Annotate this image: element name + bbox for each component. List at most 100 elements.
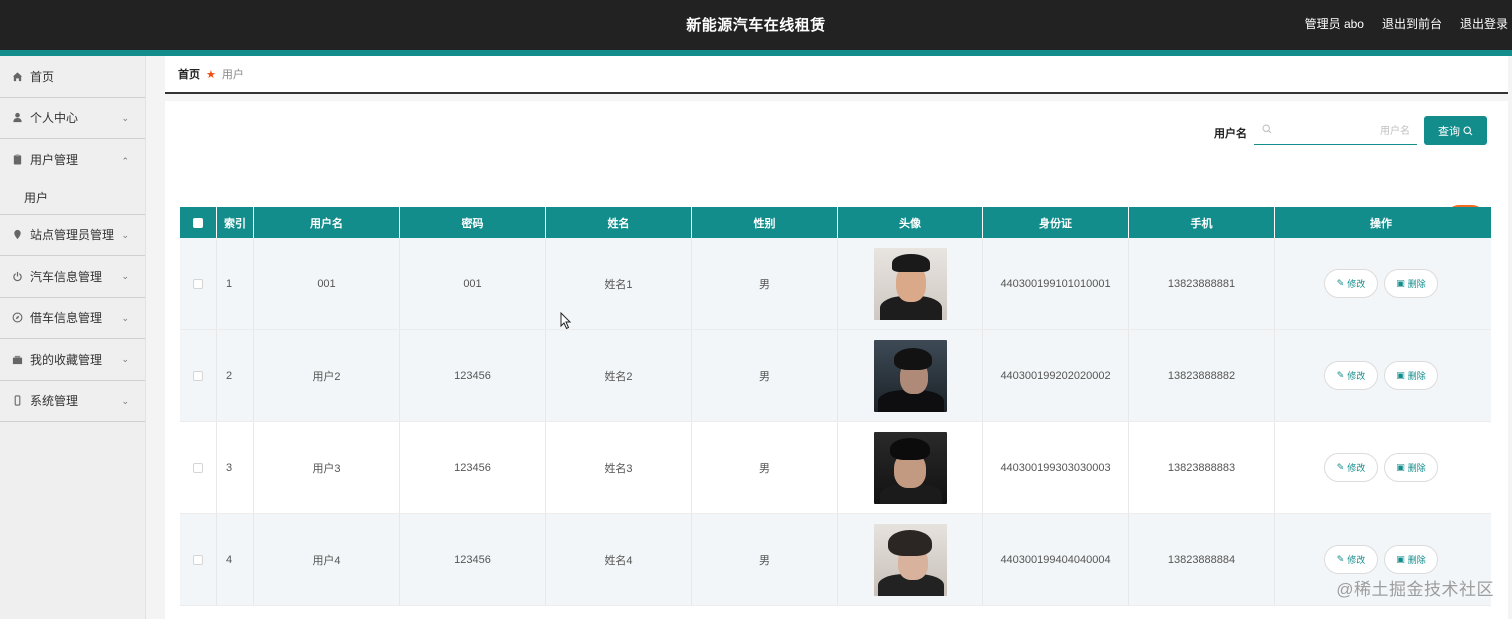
query-button[interactable]: 查询 xyxy=(1424,116,1487,145)
table-row: 3 用户3 123456 姓名3 男 440300199303030003 13… xyxy=(180,422,1491,514)
column-header-index: 索引 xyxy=(217,207,254,238)
cell-phone: 13823888884 xyxy=(1129,514,1275,605)
cell-username: 用户2 xyxy=(254,330,400,421)
edit-button-label: 修改 xyxy=(1347,371,1366,381)
cell-password: 001 xyxy=(400,238,546,329)
sidebar-subitem-user[interactable]: 用户 xyxy=(0,181,145,215)
column-header-name: 姓名 xyxy=(546,207,692,238)
cell-phone: 13823888881 xyxy=(1129,238,1275,329)
delete-button[interactable]: ▣ 删除 xyxy=(1384,545,1438,574)
search-input[interactable] xyxy=(1278,121,1410,141)
sidebar-item-system[interactable]: 系统管理 ⌄ xyxy=(0,381,145,422)
delete-button[interactable]: ▣ 删除 xyxy=(1384,453,1438,482)
edit-button[interactable]: ✎ 修改 xyxy=(1324,545,1378,574)
search-icon xyxy=(1463,125,1473,135)
chevron-down-icon: ⌄ xyxy=(121,312,129,323)
delete-button-label: 删除 xyxy=(1407,555,1426,565)
cell-password: 123456 xyxy=(400,514,546,605)
cell-actions: ✎ 修改 ▣ 删除 xyxy=(1275,330,1487,421)
sidebar-subitem-label: 用户 xyxy=(24,190,49,205)
admin-label[interactable]: 管理员 abo xyxy=(1305,15,1364,32)
sidebar-item-home[interactable]: 首页 xyxy=(0,56,145,98)
cell-avatar xyxy=(838,330,983,421)
cell-username: 用户4 xyxy=(254,514,400,605)
watermark: @稀土掘金技术社区 xyxy=(1336,580,1494,599)
row-checkbox[interactable] xyxy=(193,370,203,381)
edit-icon: ✎ xyxy=(1336,370,1345,380)
chevron-down-icon: ⌄ xyxy=(121,112,129,123)
box-icon xyxy=(12,355,23,364)
edit-button-label: 修改 xyxy=(1347,555,1366,565)
sidebar-item-station-admin[interactable]: 站点管理员管理 ⌄ xyxy=(0,215,145,256)
cell-idcard: 440300199101010001 xyxy=(983,238,1129,329)
mouse-cursor-icon xyxy=(560,312,572,330)
cell-gender: 男 xyxy=(692,422,838,513)
trash-icon: ▣ xyxy=(1396,554,1405,564)
chevron-up-icon: ⌃ xyxy=(121,156,129,166)
user-table: 索引 用户名 密码 姓名 性别 头像 身份证 手机 操作 1 001 001 姓… xyxy=(180,207,1491,606)
phone-icon xyxy=(14,395,21,406)
search-label: 用户名 xyxy=(1214,128,1247,140)
row-checkbox[interactable] xyxy=(193,462,203,473)
cell-avatar xyxy=(838,238,983,329)
edit-icon: ✎ xyxy=(1336,278,1345,288)
cell-name: 姓名2 xyxy=(546,330,692,421)
sidebar-item-favorites[interactable]: 我的收藏管理 ⌄ xyxy=(0,339,145,381)
cell-idcard: 440300199202020002 xyxy=(983,330,1129,421)
cell-avatar xyxy=(838,422,983,513)
avatar xyxy=(873,523,947,596)
sidebar-item-label: 站点管理员管理 xyxy=(30,228,115,243)
sidebar-item-label: 借车信息管理 xyxy=(30,311,103,326)
sidebar-item-label: 汽车信息管理 xyxy=(30,269,103,284)
top-bar: 新能源汽车在线租赁 管理员 abo 退出到前台 退出登录 xyxy=(0,0,1512,50)
search-field[interactable] xyxy=(1254,117,1417,145)
breadcrumb-separator-icon: ★ xyxy=(206,68,216,81)
cell-gender: 男 xyxy=(692,330,838,421)
delete-button[interactable]: ▣ 删除 xyxy=(1384,361,1438,390)
edit-button[interactable]: ✎ 修改 xyxy=(1324,453,1378,482)
sidebar: 首页 个人中心 ⌄ 用户管理 ⌃ 用户 站点管理员管理 ⌄ 汽车信息管理 ⌄ 借… xyxy=(0,56,146,619)
delete-button[interactable]: ▣ 删除 xyxy=(1384,269,1438,298)
breadcrumb-home[interactable]: 首页 xyxy=(178,66,200,82)
sidebar-item-label: 系统管理 xyxy=(30,394,79,409)
sidebar-item-profile[interactable]: 个人中心 ⌄ xyxy=(0,98,145,139)
row-select-cell xyxy=(180,514,217,605)
cell-actions: ✎ 修改 ▣ 删除 xyxy=(1275,238,1487,329)
delete-button-label: 删除 xyxy=(1407,463,1426,473)
row-select-cell xyxy=(180,238,217,329)
home-icon xyxy=(12,72,23,81)
table-row: 4 用户4 123456 姓名4 男 440300199404040004 13… xyxy=(180,514,1491,606)
table-row: 2 用户2 123456 姓名2 男 440300199202020002 13… xyxy=(180,330,1491,422)
row-checkbox[interactable] xyxy=(193,278,203,289)
trash-icon: ▣ xyxy=(1396,462,1405,472)
to-front-link[interactable]: 退出到前台 xyxy=(1382,15,1442,32)
edit-button-label: 修改 xyxy=(1347,279,1366,289)
trash-icon: ▣ xyxy=(1396,278,1405,288)
edit-icon: ✎ xyxy=(1336,554,1345,564)
sidebar-item-borrow-info[interactable]: 借车信息管理 ⌄ xyxy=(0,298,145,339)
edit-button-label: 修改 xyxy=(1347,463,1366,473)
sidebar-item-user-management[interactable]: 用户管理 ⌃ xyxy=(0,139,145,181)
user-icon xyxy=(13,113,22,123)
cell-name: 姓名3 xyxy=(546,422,692,513)
cell-index: 3 xyxy=(217,422,254,513)
sidebar-item-car-info[interactable]: 汽车信息管理 ⌄ xyxy=(0,256,145,298)
chevron-down-icon: ⌄ xyxy=(121,271,129,281)
select-all-checkbox[interactable] xyxy=(193,217,203,228)
row-select-cell xyxy=(180,330,217,421)
pin-icon xyxy=(14,230,21,240)
breadcrumb: 首页 ★ 用户 xyxy=(165,56,1508,94)
edit-button[interactable]: ✎ 修改 xyxy=(1324,269,1378,298)
row-select-cell xyxy=(180,422,217,513)
cell-avatar xyxy=(838,514,983,605)
trash-icon: ▣ xyxy=(1396,370,1405,380)
logout-link[interactable]: 退出登录 xyxy=(1460,15,1508,32)
delete-button-label: 删除 xyxy=(1407,371,1426,381)
table-header: 索引 用户名 密码 姓名 性别 头像 身份证 手机 操作 xyxy=(180,207,1491,238)
top-links: 管理员 abo 退出到前台 退出登录 xyxy=(1305,15,1508,32)
row-checkbox[interactable] xyxy=(193,554,203,565)
cell-actions: ✎ 修改 ▣ 删除 xyxy=(1275,422,1487,513)
search-icon xyxy=(1262,124,1272,134)
edit-button[interactable]: ✎ 修改 xyxy=(1324,361,1378,390)
cell-name: 姓名4 xyxy=(546,514,692,605)
